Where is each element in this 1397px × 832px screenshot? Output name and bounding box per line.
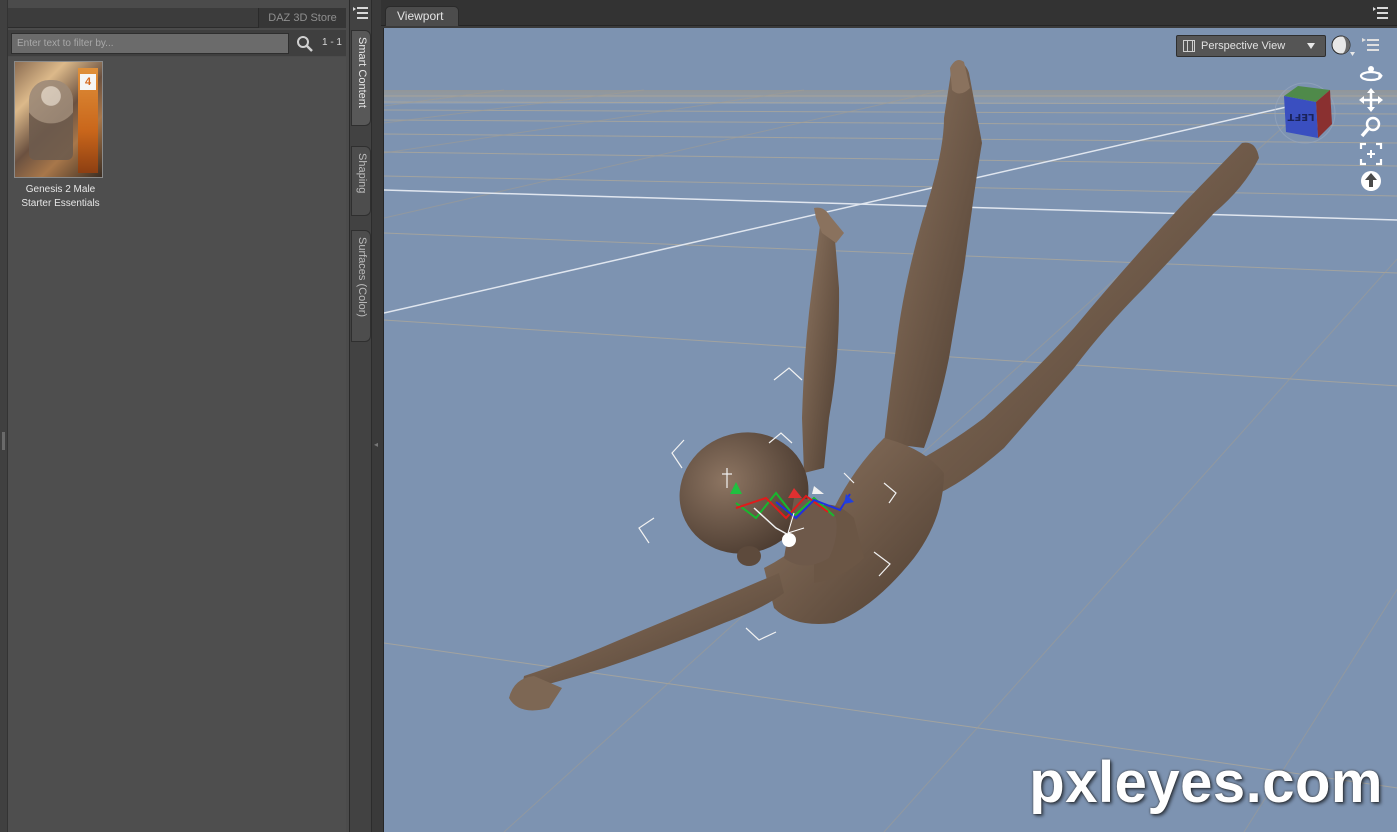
search-icon[interactable] [295, 34, 315, 54]
frame-icon[interactable] [1358, 141, 1384, 167]
tab-surfaces[interactable]: Surfaces (Color) [351, 230, 371, 342]
3d-viewport[interactable]: Perspective View LEFT pxleyes.com [383, 28, 1397, 832]
reset-view-icon[interactable] [1358, 168, 1384, 194]
viewport-options-icon[interactable] [1362, 36, 1380, 54]
pan-icon[interactable] [1358, 87, 1384, 113]
genesis-2-male-figure[interactable] [509, 60, 1259, 711]
daz-store-tab[interactable]: DAZ 3D Store [258, 8, 346, 28]
tab-smart-content[interactable]: Smart Content [351, 30, 371, 126]
perspective-camera-icon [1183, 40, 1195, 52]
watermark-text: pxleyes.com [1029, 750, 1383, 815]
camera-view-label: Perspective View [1201, 40, 1286, 52]
pane-tab-strip: Smart Content Shaping Surfaces (Color) [350, 0, 372, 832]
result-count: 1 - 1 [321, 37, 342, 48]
tab-shaping[interactable]: Shaping [351, 146, 371, 216]
orbit-icon[interactable] [1358, 60, 1384, 86]
tab-label: Surfaces (Color) [356, 237, 368, 318]
product-grid: 4 Genesis 2 Male Starter Essentials [8, 57, 346, 832]
viewport-tab-bar: Viewport [381, 0, 1397, 26]
product-item[interactable]: 4 Genesis 2 Male Starter Essentials [13, 61, 113, 211]
tab-label: Smart Content [356, 37, 368, 108]
tab-label: Shaping [356, 153, 368, 194]
version-badge: 4 [80, 74, 96, 90]
splitter-arrow-icon[interactable]: ◂ [374, 440, 378, 460]
content-library-pane: DAZ 3D Store 1 - 1 4 Genesis 2 Male Star… [0, 0, 350, 832]
product-title: Genesis 2 Male Starter Essentials [21, 184, 100, 209]
daz-studio-window: DAZ 3D Store 1 - 1 4 Genesis 2 Male Star… [0, 0, 1397, 832]
thumbnail-figure [29, 80, 73, 160]
pane-menu-icon[interactable] [353, 6, 369, 20]
tab-viewport[interactable]: Viewport [385, 6, 459, 26]
splitter-grip[interactable] [2, 432, 5, 450]
pane-header: DAZ 3D Store [8, 8, 346, 28]
product-thumbnail[interactable]: 4 [14, 61, 103, 178]
filter-input[interactable] [11, 33, 289, 54]
left-edge-splitter[interactable] [0, 0, 8, 832]
viewport-pane-menu-icon[interactable] [1373, 6, 1389, 20]
nav-cube-label: LEFT [1287, 111, 1314, 122]
camera-navigation-tools [1358, 60, 1386, 195]
chevron-down-icon [1307, 43, 1315, 49]
filter-bar: 1 - 1 [8, 30, 346, 56]
zoom-icon[interactable] [1358, 114, 1384, 140]
pane-splitter[interactable]: ◂ [372, 0, 381, 832]
view-cube-icon[interactable]: LEFT [1272, 78, 1342, 148]
draw-style-icon[interactable] [1330, 34, 1356, 58]
camera-view-select[interactable]: Perspective View [1176, 35, 1326, 57]
scene-canvas[interactable] [384, 28, 1397, 832]
